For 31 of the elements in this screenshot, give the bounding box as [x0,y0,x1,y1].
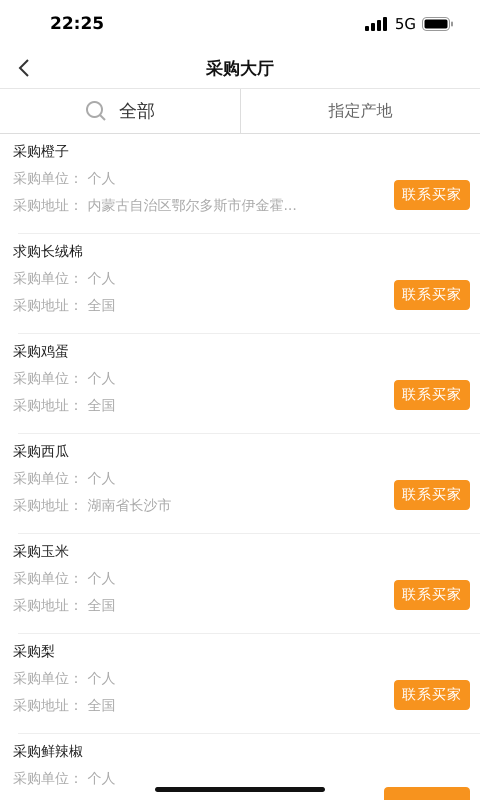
contact-buyer-button[interactable]: 联系买家 [394,280,470,310]
buyer-address: 采购地址： 全国 [13,297,116,315]
network-label: 5G [394,15,416,33]
item-title: 采购西瓜 [13,443,70,461]
contact-buyer-button[interactable]: 联系买家 [394,380,470,410]
status-time: 22:25 [50,14,104,34]
filter-tab[interactable]: 全部 [0,89,240,133]
contact-buyer-button[interactable]: 联系买家 [394,580,470,610]
buyer-unit: 采购单位： 个人 [13,670,116,688]
buyer-address: 采购地址： 湖南省长沙市 [13,497,172,515]
contact-buyer-button[interactable]: 联系买家 [394,180,470,210]
buyer-unit: 采购单位： 个人 [13,770,116,788]
buyer-address: 采购地址： 内蒙古自治区鄂尔多斯市伊金霍... [13,197,297,215]
buyer-address: 采购地址： 全国 [13,697,116,715]
buyer-unit: 采购单位： 个人 [13,170,116,188]
contact-buyer-button[interactable]: 联系买家 [394,480,470,510]
page-title: 采购大厅 [206,58,274,80]
buyer-unit: 采购单位： 个人 [13,570,116,588]
item-title: 采购鲜辣椒 [13,743,84,761]
item-title: 求购长绒棉 [13,243,84,261]
buyer-unit: 采购单位： 个人 [13,370,116,388]
buyer-unit: 采购单位： 个人 [13,470,116,488]
item-title: 采购鸡蛋 [13,343,70,361]
item-title: 采购橙子 [13,143,70,161]
contact-buyer-button[interactable]: 联系买家 [394,680,470,710]
buyer-address: 采购地址： 全国 [13,597,116,615]
filter-tab[interactable]: 指定产地 [240,89,480,133]
buyer-unit: 采购单位： 个人 [13,270,116,288]
item-title: 采购玉米 [13,543,70,561]
buyer-address: 采购地址： 全国 [13,397,116,415]
item-title: 采购梨 [13,643,56,661]
